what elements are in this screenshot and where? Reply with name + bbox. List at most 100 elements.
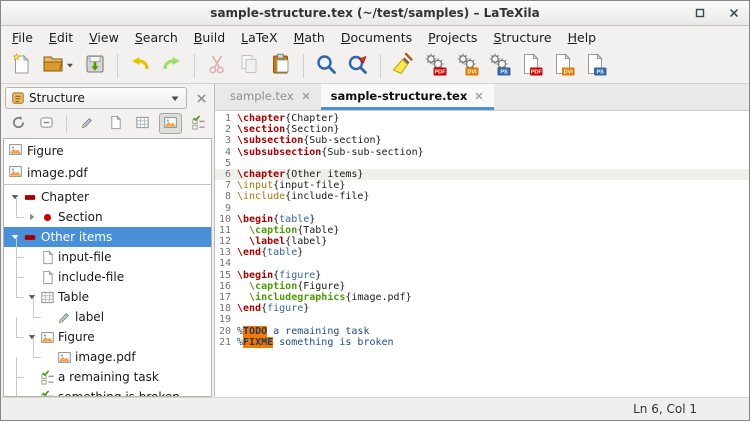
editor-line-19[interactable]: 19 xyxy=(215,314,749,325)
titlebar[interactable]: sample-structure.tex (~/test/samples) – … xyxy=(1,1,749,26)
undo-button[interactable] xyxy=(125,51,155,81)
line-code: \includegraphics{image.pdf} xyxy=(237,292,749,303)
tree-item-something-is-broken[interactable]: something is broken xyxy=(4,387,211,396)
tab-close-icon[interactable] xyxy=(301,91,311,101)
copy-button[interactable] xyxy=(234,51,264,81)
tree-item-input-file[interactable]: input-file xyxy=(4,247,211,267)
menu-math[interactable]: Math xyxy=(286,28,333,47)
collapse-all-button[interactable] xyxy=(35,113,59,134)
search-replace-button[interactable] xyxy=(343,51,373,81)
menu-latex[interactable]: LaTeX xyxy=(233,28,285,47)
tree-item-chapter[interactable]: Chapter xyxy=(4,187,211,207)
tree-item-other-items[interactable]: Other items xyxy=(4,227,211,247)
menu-structure[interactable]: Structure xyxy=(485,28,559,47)
expander-right-icon[interactable] xyxy=(25,210,39,224)
editor-line-7[interactable]: 7\input{input-file} xyxy=(215,180,749,191)
open-file-button[interactable] xyxy=(38,51,78,81)
line-code: \caption{Figure} xyxy=(237,281,749,292)
editor-line-3[interactable]: 3\subsection{Sub-section} xyxy=(215,135,749,146)
menu-help[interactable]: Help xyxy=(560,28,605,47)
sidebar-close-button[interactable] xyxy=(191,88,211,108)
editor-line-9[interactable]: 9 xyxy=(215,203,749,214)
editor-line-15[interactable]: 15\begin{figure} xyxy=(215,270,749,281)
menu-edit[interactable]: Edit xyxy=(41,28,81,47)
show-todos-button[interactable] xyxy=(186,113,210,134)
code-token: \section xyxy=(237,124,285,135)
code-token: TODO xyxy=(243,326,267,337)
tree-item-include-file[interactable]: include-file xyxy=(4,267,211,287)
view-ps-button[interactable]: PS xyxy=(580,51,610,81)
show-labels-button[interactable] xyxy=(75,113,99,134)
expander-down-icon[interactable] xyxy=(8,190,22,204)
editor-line-1[interactable]: 1\chapter{Chapter} xyxy=(215,113,749,124)
menu-projects[interactable]: Projects xyxy=(420,28,485,47)
tab-close-icon[interactable] xyxy=(474,91,484,101)
menu-file[interactable]: File xyxy=(4,28,41,47)
search-button[interactable] xyxy=(311,51,341,81)
editor-line-16[interactable]: 16 \caption{Figure} xyxy=(215,281,749,292)
code-token: figure xyxy=(267,303,303,314)
view-dvi-button[interactable]: DVI xyxy=(548,51,578,81)
editor-line-20[interactable]: 20%TODO a remaining task xyxy=(215,326,749,337)
code-token: \end xyxy=(237,303,261,314)
menu-build[interactable]: Build xyxy=(186,28,233,47)
editor-line-5[interactable]: 5 xyxy=(215,158,749,169)
editor-line-11[interactable]: 11 \caption{Table} xyxy=(215,225,749,236)
maximize-button[interactable] xyxy=(693,6,707,20)
build-dvi-button[interactable]: DVI xyxy=(452,51,482,81)
show-tables-button[interactable] xyxy=(131,113,155,134)
save-file-button[interactable] xyxy=(80,51,110,81)
redo-button[interactable] xyxy=(157,51,187,81)
tree-item-figure[interactable]: Figure xyxy=(4,327,211,347)
code-editor[interactable]: 1\chapter{Chapter}2\section{Section}3\su… xyxy=(215,111,749,397)
tree-item-table[interactable]: Table xyxy=(4,287,211,307)
panel-selector[interactable]: Structure xyxy=(5,87,187,109)
tree-item-section[interactable]: Section xyxy=(4,207,211,227)
tree-item-label[interactable]: label xyxy=(4,307,211,327)
line-number: 16 xyxy=(215,281,237,292)
close-button[interactable] xyxy=(727,6,741,20)
build-pdf-button[interactable]: PDF xyxy=(420,51,450,81)
editor-line-4[interactable]: 4\subsubsection{Sub-sub-section} xyxy=(215,147,749,158)
editor-line-12[interactable]: 12 \label{label} xyxy=(215,236,749,247)
structure-list-item[interactable]: Figure xyxy=(4,140,211,162)
line-code xyxy=(237,158,749,169)
expander-down-icon[interactable] xyxy=(8,230,22,244)
code-token: \begin xyxy=(237,214,273,225)
cut-button[interactable] xyxy=(202,51,232,81)
show-included-files-button[interactable] xyxy=(103,113,127,134)
line-code: \end{figure} xyxy=(237,303,749,314)
expander-down-icon[interactable] xyxy=(25,290,39,304)
menu-view[interactable]: View xyxy=(81,28,127,47)
code-token: \label xyxy=(249,236,285,247)
paste-button[interactable] xyxy=(266,51,296,81)
clean-build-files-button[interactable] xyxy=(388,51,418,81)
editor-line-6[interactable]: 6\chapter{Other items} xyxy=(215,169,749,180)
svg-text:PS: PS xyxy=(500,70,508,76)
build-ps-button[interactable]: PS xyxy=(484,51,514,81)
window-title: sample-structure.tex (~/test/samples) – … xyxy=(1,6,749,20)
tab-sample-structure-tex[interactable]: sample-structure.tex xyxy=(321,84,495,110)
tree-item-image-pdf[interactable]: image.pdf xyxy=(4,347,211,367)
editor-line-2[interactable]: 2\section{Section} xyxy=(215,124,749,135)
editor-line-17[interactable]: 17 \includegraphics{image.pdf} xyxy=(215,292,749,303)
refresh-button[interactable] xyxy=(7,113,31,134)
new-file-button[interactable] xyxy=(6,51,36,81)
editor-line-10[interactable]: 10\begin{table} xyxy=(215,214,749,225)
expander-down-icon[interactable] xyxy=(25,330,39,344)
document-sheet-icon xyxy=(39,249,55,265)
view-pdf-button[interactable]: PDF xyxy=(516,51,546,81)
menu-documents[interactable]: Documents xyxy=(333,28,420,47)
tree-item-label: label xyxy=(75,310,104,324)
menu-search[interactable]: Search xyxy=(127,28,186,47)
show-figures-button[interactable] xyxy=(159,113,183,134)
tree-item-a-remaining-task[interactable]: a remaining task xyxy=(4,367,211,387)
toolbar-separator xyxy=(303,54,304,78)
structure-list-item[interactable]: image.pdf xyxy=(4,162,211,184)
editor-line-21[interactable]: 21%FIXME something is broken xyxy=(215,337,749,348)
editor-line-8[interactable]: 8\include{include-file} xyxy=(215,191,749,202)
editor-line-13[interactable]: 13\end{table} xyxy=(215,247,749,258)
editor-line-14[interactable]: 14 xyxy=(215,258,749,269)
tab-sample-tex[interactable]: sample.tex xyxy=(220,84,321,110)
editor-line-18[interactable]: 18\end{figure} xyxy=(215,303,749,314)
